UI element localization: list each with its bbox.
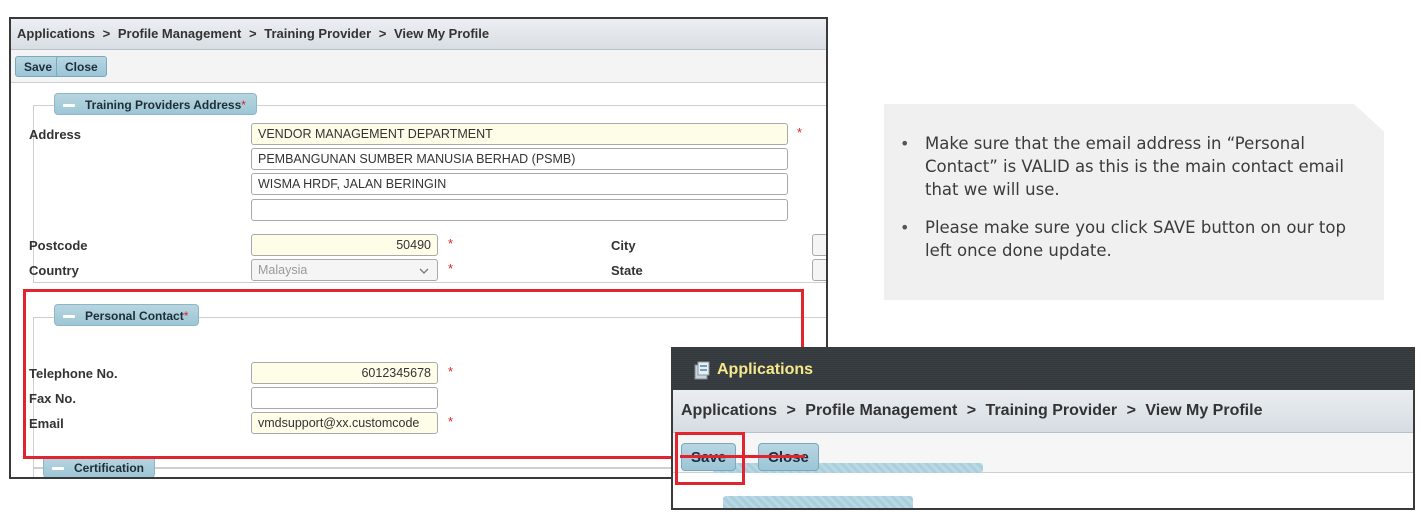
- address-line-1-input[interactable]: VENDOR MANAGEMENT DEPARTMENT: [251, 123, 788, 145]
- instruction-item: Make sure that the email address in “Per…: [900, 132, 1360, 201]
- breadcrumb-separator: >: [249, 26, 257, 41]
- instruction-list: Make sure that the email address in “Per…: [900, 132, 1360, 277]
- postcode-input[interactable]: 50490: [251, 234, 438, 256]
- breadcrumb-item[interactable]: Training Provider: [264, 26, 371, 41]
- email-label: Email: [29, 416, 64, 431]
- breadcrumb-item-current: View My Profile: [1145, 402, 1263, 419]
- breadcrumb-item[interactable]: Applications: [17, 26, 95, 41]
- state-select[interactable]: [812, 259, 826, 281]
- address-label: Address: [29, 127, 82, 142]
- minus-icon[interactable]: [63, 315, 75, 319]
- personal-contact-section-title: Personal Contact: [85, 309, 184, 323]
- address-section-title: Training Providers Address: [85, 98, 242, 112]
- certification-section-header[interactable]: Certification: [43, 456, 156, 477]
- address-line-4-input[interactable]: [251, 199, 788, 221]
- breadcrumb-item-current: View My Profile: [394, 26, 490, 41]
- country-select[interactable]: Malaysia: [251, 259, 438, 281]
- minus-icon[interactable]: [52, 467, 64, 471]
- required-marker: *: [448, 414, 454, 429]
- address-section-header[interactable]: Training Providers Address*: [54, 93, 257, 115]
- personal-contact-section-header[interactable]: Personal Contact*: [54, 304, 200, 326]
- country-label: Country: [29, 263, 79, 278]
- breadcrumb-separator: >: [102, 26, 111, 41]
- required-marker: *: [183, 309, 189, 323]
- breadcrumb-item[interactable]: Applications: [681, 402, 777, 419]
- required-marker: *: [241, 98, 246, 112]
- email-input[interactable]: vmdsupport@xx.customcode: [251, 412, 438, 434]
- zoomed-toolbar-window: Applications Applications > Profile Mana…: [671, 347, 1415, 510]
- chevron-down-icon: [419, 268, 429, 274]
- city-input[interactable]: [812, 234, 826, 256]
- instruction-callout: Make sure that the email address in “Per…: [884, 104, 1384, 300]
- telephone-label: Telephone No.: [29, 366, 118, 381]
- highlight-connector: [680, 455, 805, 458]
- address-line-3-input[interactable]: WISMA HRDF, JALAN BERINGIN: [251, 173, 788, 195]
- required-marker: *: [448, 236, 454, 251]
- certification-section-title: Certification: [74, 461, 145, 475]
- section-header-stripe: [723, 496, 913, 508]
- breadcrumb-separator: >: [378, 26, 387, 41]
- required-marker: *: [448, 364, 454, 379]
- breadcrumb-separator: >: [966, 402, 977, 419]
- app-title: Applications: [717, 361, 814, 378]
- breadcrumb-separator: >: [786, 402, 796, 419]
- save-button[interactable]: Save: [15, 56, 62, 77]
- close-button[interactable]: Close: [56, 56, 107, 77]
- postcode-label: Postcode: [29, 238, 88, 253]
- section-header-stripe: [713, 463, 983, 473]
- fax-label: Fax No.: [29, 391, 76, 406]
- state-label: State: [611, 263, 643, 278]
- breadcrumb: Applications > Profile Management > Trai…: [11, 19, 826, 50]
- breadcrumb-item[interactable]: Profile Management: [805, 402, 957, 419]
- applications-icon: [694, 361, 710, 380]
- city-label: City: [611, 238, 636, 253]
- zoom-breadcrumb: Applications > Profile Management > Trai…: [673, 390, 1413, 433]
- telephone-input[interactable]: 6012345678: [251, 362, 438, 384]
- address-line-2-input[interactable]: PEMBANGUNAN SUMBER MANUSIA BERHAD (PSMB): [251, 148, 788, 170]
- breadcrumb-item[interactable]: Training Provider: [986, 402, 1118, 419]
- breadcrumb-item[interactable]: Profile Management: [118, 26, 242, 41]
- country-select-value: Malaysia: [258, 263, 308, 277]
- fax-input[interactable]: [251, 387, 438, 409]
- required-marker: *: [797, 125, 803, 140]
- toolbar: Save Close: [11, 50, 826, 83]
- breadcrumb-separator: >: [1126, 402, 1136, 419]
- required-marker: *: [448, 261, 454, 276]
- instruction-item: Please make sure you click SAVE button o…: [900, 216, 1360, 262]
- app-header: Applications: [673, 349, 1413, 390]
- minus-icon[interactable]: [63, 104, 75, 108]
- zoom-toolbar: Save Close: [673, 433, 1413, 473]
